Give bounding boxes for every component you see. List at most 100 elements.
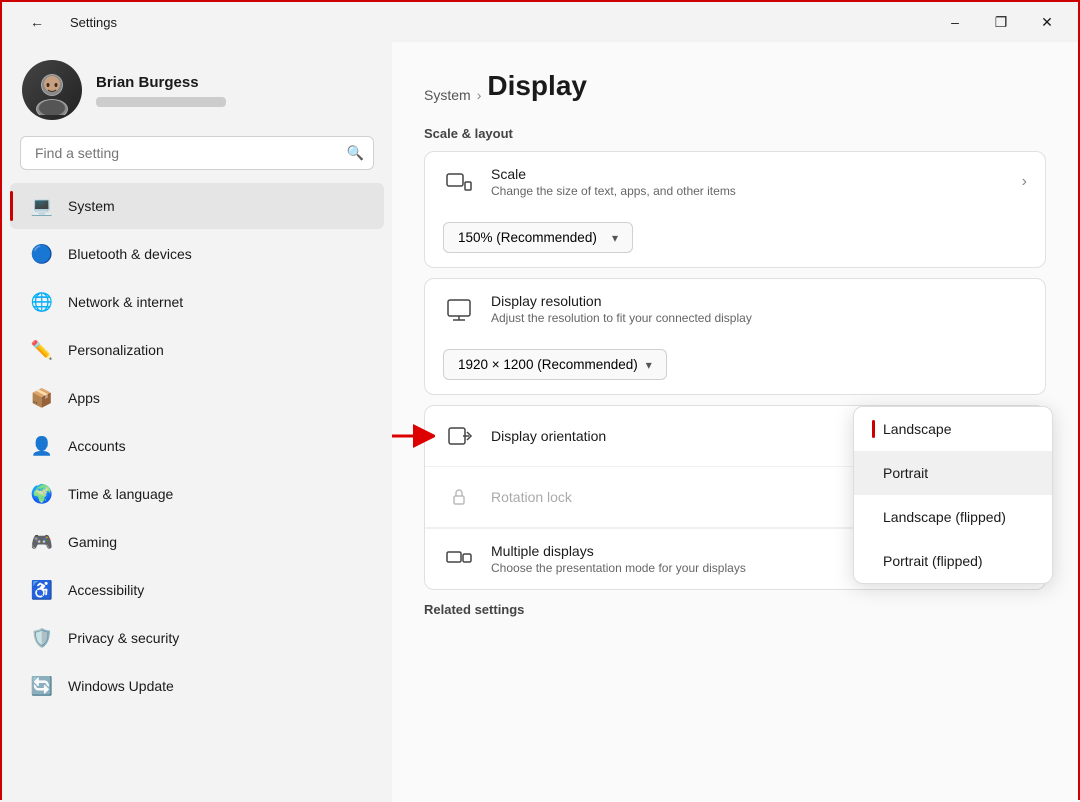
section-label: Scale & layout	[424, 126, 1046, 141]
orientation-option-landscape-flipped[interactable]: Landscape (flipped)	[854, 495, 1052, 539]
sidebar-label-gaming: Gaming	[68, 534, 117, 550]
scale-row-top: Scale Change the size of text, apps, and…	[443, 166, 1027, 198]
nav-menu: 💻 System 🔵 Bluetooth & devices 🌐 Network…	[2, 182, 392, 710]
orientation-option-portrait[interactable]: Portrait	[854, 451, 1052, 495]
privacy-icon: 🛡️	[30, 626, 54, 650]
titlebar-controls: – ❐ ✕	[932, 6, 1070, 38]
avatar	[22, 60, 82, 120]
related-settings-label: Related settings	[424, 602, 1046, 617]
orientation-icon	[443, 420, 475, 452]
orientation-option-landscape[interactable]: Landscape	[854, 407, 1052, 451]
titlebar-left: ← Settings	[14, 6, 117, 38]
orientation-card: Display orientation Landscape Portrait L…	[424, 405, 1046, 590]
scale-desc: Change the size of text, apps, and other…	[491, 184, 1006, 198]
resolution-row[interactable]: Display resolution Adjust the resolution…	[425, 279, 1045, 394]
resolution-title: Display resolution	[491, 293, 1027, 309]
main-content: System › Display Scale & layout Scale	[392, 42, 1078, 802]
orientation-portrait-flipped-label: Portrait (flipped)	[883, 553, 983, 569]
search-box: 🔍	[20, 136, 374, 170]
sidebar-item-network[interactable]: 🌐 Network & internet	[10, 279, 384, 325]
resolution-desc: Adjust the resolution to fit your connec…	[491, 311, 1027, 325]
scale-dropdown-value: 150% (Recommended)	[458, 230, 597, 245]
scale-chevron: ›	[1022, 173, 1027, 191]
sidebar-item-system[interactable]: 💻 System	[10, 183, 384, 229]
gaming-icon: 🎮	[30, 530, 54, 554]
sidebar-label-bluetooth: Bluetooth & devices	[68, 246, 192, 262]
scale-card: Scale Change the size of text, apps, and…	[424, 151, 1046, 268]
maximize-button[interactable]: ❐	[978, 6, 1024, 38]
titlebar-title: Settings	[70, 15, 117, 30]
orientation-row[interactable]: Display orientation Landscape Portrait L…	[425, 406, 1045, 466]
sidebar-label-system: System	[68, 198, 115, 214]
user-info: Brian Burgess	[96, 74, 226, 107]
scale-info: Scale Change the size of text, apps, and…	[491, 166, 1006, 198]
apps-icon: 📦	[30, 386, 54, 410]
breadcrumb-separator: ›	[477, 87, 482, 103]
sidebar-label-time: Time & language	[68, 486, 173, 502]
search-input[interactable]	[20, 136, 374, 170]
sidebar-label-accounts: Accounts	[68, 438, 126, 454]
breadcrumb-parent: System	[424, 87, 471, 103]
sidebar-item-apps[interactable]: 📦 Apps	[10, 375, 384, 421]
resolution-dropdown-value: 1920 × 1200 (Recommended)	[458, 357, 638, 372]
orientation-portrait-label: Portrait	[883, 465, 928, 481]
resolution-icon	[443, 293, 475, 325]
close-button[interactable]: ✕	[1024, 6, 1070, 38]
resolution-dropdown-chevron: ▾	[646, 358, 652, 372]
scale-dropdown[interactable]: 150% (Recommended) ▾	[443, 222, 633, 253]
user-profile: Brian Burgess	[2, 42, 392, 136]
sidebar-item-personalization[interactable]: ✏️ Personalization	[10, 327, 384, 373]
sidebar-item-update[interactable]: 🔄 Windows Update	[10, 663, 384, 709]
back-button[interactable]: ←	[14, 6, 60, 38]
sidebar-item-privacy[interactable]: 🛡️ Privacy & security	[10, 615, 384, 661]
portrait-spacer	[872, 464, 875, 482]
user-email-bar	[96, 97, 226, 107]
sidebar-item-bluetooth[interactable]: 🔵 Bluetooth & devices	[10, 231, 384, 277]
accounts-icon: 👤	[30, 434, 54, 458]
sidebar-label-personalization: Personalization	[68, 342, 164, 358]
network-icon: 🌐	[30, 290, 54, 314]
sidebar-label-network: Network & internet	[68, 294, 183, 310]
resolution-dropdown[interactable]: 1920 × 1200 (Recommended) ▾	[443, 349, 667, 380]
sidebar-item-time[interactable]: 🌍 Time & language	[10, 471, 384, 517]
portrait-flipped-spacer	[872, 552, 875, 570]
avatar-svg	[27, 65, 77, 115]
scale-title: Scale	[491, 166, 1006, 182]
accessibility-icon: ♿	[30, 578, 54, 602]
sidebar-item-gaming[interactable]: 🎮 Gaming	[10, 519, 384, 565]
time-icon: 🌍	[30, 482, 54, 506]
orientation-option-portrait-flipped[interactable]: Portrait (flipped)	[854, 539, 1052, 583]
personalization-icon: ✏️	[30, 338, 54, 362]
sidebar-label-accessibility: Accessibility	[68, 582, 144, 598]
sidebar-item-accessibility[interactable]: ♿ Accessibility	[10, 567, 384, 613]
multiple-displays-icon	[443, 543, 475, 575]
orientation-landscape-flipped-label: Landscape (flipped)	[883, 509, 1006, 525]
scale-dropdown-chevron: ▾	[612, 231, 618, 245]
breadcrumb: System › Display	[424, 70, 1046, 120]
scale-row[interactable]: Scale Change the size of text, apps, and…	[425, 152, 1045, 267]
system-icon: 💻	[30, 194, 54, 218]
orientation-landscape-label: Landscape	[883, 421, 952, 437]
sidebar: Brian Burgess 🔍 💻 System 🔵 Bluetooth & d…	[2, 42, 392, 802]
user-name: Brian Burgess	[96, 74, 226, 91]
active-indicator	[10, 191, 13, 221]
update-icon: 🔄	[30, 674, 54, 698]
bluetooth-icon: 🔵	[30, 242, 54, 266]
resolution-info: Display resolution Adjust the resolution…	[491, 293, 1027, 325]
search-icon: 🔍	[347, 145, 364, 162]
orientation-popup: Landscape Portrait Landscape (flipped) P…	[853, 406, 1053, 584]
sidebar-label-update: Windows Update	[68, 678, 174, 694]
scale-icon	[443, 166, 475, 198]
sidebar-label-apps: Apps	[68, 390, 100, 406]
page-title: Display	[487, 70, 587, 102]
avatar-image	[22, 60, 82, 120]
rotation-lock-icon	[443, 481, 475, 513]
resolution-row-top: Display resolution Adjust the resolution…	[443, 293, 1027, 325]
sidebar-item-accounts[interactable]: 👤 Accounts	[10, 423, 384, 469]
landscape-flipped-spacer	[872, 508, 875, 526]
minimize-button[interactable]: –	[932, 6, 978, 38]
resolution-card: Display resolution Adjust the resolution…	[424, 278, 1046, 395]
red-arrow	[392, 406, 435, 461]
landscape-indicator	[872, 420, 875, 438]
titlebar: ← Settings – ❐ ✕	[2, 2, 1078, 42]
